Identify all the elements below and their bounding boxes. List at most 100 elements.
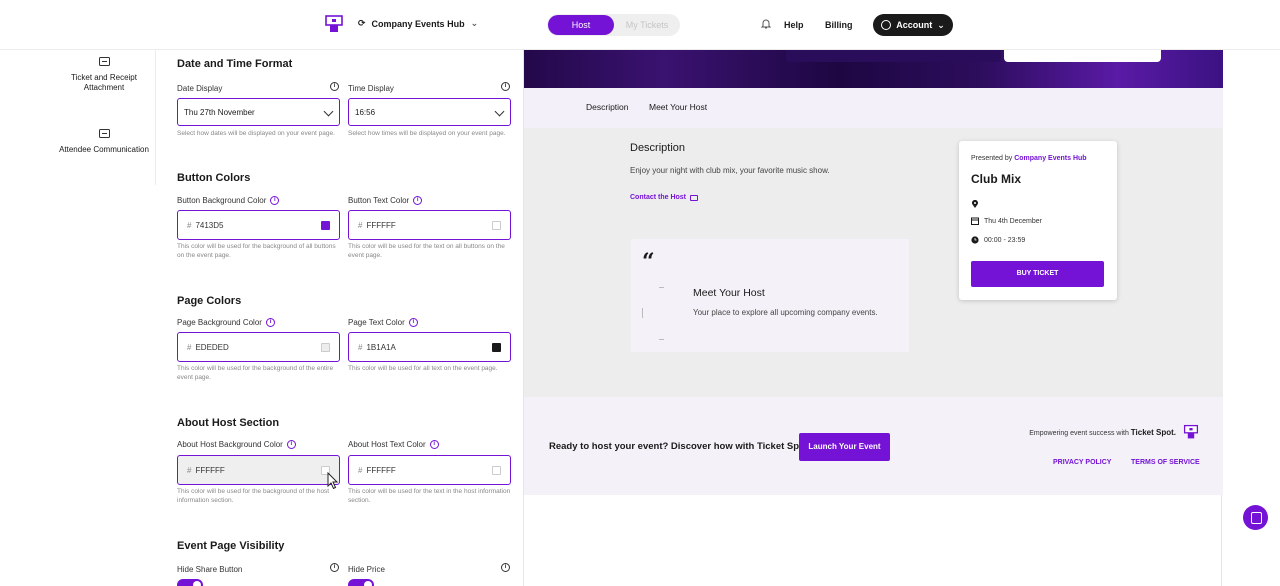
privacy-policy-link[interactable]: PRIVACY POLICY — [1053, 459, 1111, 466]
info-icon[interactable]: i — [270, 196, 280, 205]
info-icon[interactable]: i — [408, 318, 418, 327]
location-pin-icon — [972, 200, 978, 208]
hash-icon: # — [358, 220, 363, 230]
info-icon[interactable]: i — [265, 318, 275, 327]
color-value: EDEDED — [195, 342, 229, 352]
button-bg-color-input[interactable]: # 7413D5 — [177, 210, 340, 240]
info-icon[interactable]: i — [429, 440, 439, 449]
billing-link[interactable]: Billing — [825, 20, 853, 30]
chat-support-button[interactable] — [1243, 505, 1268, 530]
help-link[interactable]: Help — [784, 20, 804, 30]
hide-share-toggle[interactable] — [177, 579, 203, 586]
presented-by-org[interactable]: Company Events Hub — [1014, 155, 1086, 162]
time-row: 00:00 - 23:59 — [971, 236, 1025, 244]
my-tickets-mode-button[interactable]: My Tickets — [614, 15, 680, 35]
org-switcher[interactable]: ⟳ Company Events Hub ⌄ — [358, 18, 478, 29]
tab-meet-your-host[interactable]: Meet Your Host — [649, 102, 707, 112]
ticket-spot-logo-icon[interactable] — [324, 14, 344, 34]
mode-switch[interactable]: Host My Tickets — [547, 14, 680, 36]
label-text: Page Background Color — [177, 318, 262, 327]
host-bg-color-help: This color will be used for the backgrou… — [177, 488, 330, 504]
button-bg-color-help: This color will be used for the backgrou… — [177, 243, 336, 259]
hide-price-toggle[interactable] — [348, 579, 374, 586]
host-bg-color-label: About Host Background Color i — [177, 440, 296, 449]
preview-footer: Ready to host your event? Discover how w… — [524, 397, 1223, 495]
date-display-help: Select how dates will be displayed on yo… — [177, 130, 335, 137]
host-mode-button[interactable]: Host — [548, 15, 614, 35]
host-text: Your place to explore all upcoming compa… — [693, 308, 878, 317]
mouse-cursor-icon — [327, 472, 339, 490]
info-icon[interactable]: i — [286, 440, 296, 449]
button-text-color-label: Button Text Color i — [348, 196, 423, 205]
settings-panel: Date and Time Format Date Display i Thu … — [177, 50, 522, 586]
color-swatch[interactable] — [492, 466, 501, 475]
label-text: Page Text Color — [348, 318, 405, 327]
button-text-color-input[interactable]: # FFFFFF — [348, 210, 511, 240]
page-text-color-help: This color will be used for all text on … — [348, 365, 498, 372]
empower-text: Empowering event success with Ticket Spo… — [1029, 428, 1176, 437]
button-bg-color-label: Button Background Color i — [177, 196, 280, 205]
hash-icon: # — [187, 465, 192, 475]
label-text: Button Text Color — [348, 196, 410, 205]
chevron-down-icon: ⌄ — [470, 18, 479, 28]
avatar-icon — [881, 20, 892, 30]
hide-share-label: Hide Share Button — [177, 565, 243, 574]
location-row — [971, 200, 979, 208]
org-name: Company Events Hub — [371, 18, 465, 29]
date-row: Thu 4th December — [971, 217, 1042, 225]
host-text-color-input[interactable]: # FFFFFF — [348, 455, 511, 485]
color-swatch[interactable] — [492, 221, 501, 230]
button-text-color-help: This color will be used for the text on … — [348, 243, 505, 259]
buy-ticket-button[interactable]: BUY TICKET — [971, 261, 1104, 287]
info-icon[interactable]: i — [501, 82, 510, 91]
account-button[interactable]: Account ⌄ — [873, 14, 953, 36]
host-text-color-help: This color will be used for the text in … — [348, 488, 511, 504]
description-text: Enjoy your night with club mix, your fav… — [630, 166, 830, 175]
color-value: 7413D5 — [195, 220, 224, 230]
settings-nav: Ticket and Receipt Attachment Attendee C… — [52, 50, 156, 185]
preview-content: Description Enjoy your night with club m… — [524, 128, 1223, 397]
presented-by: Presented by Company Events Hub — [971, 155, 1087, 162]
page-text-color-label: Page Text Color i — [348, 318, 418, 327]
page-bg-color-input[interactable]: # EDEDED — [177, 332, 340, 362]
section-title-visibility: Event Page Visibility — [177, 540, 285, 552]
page-bg-color-help: This color will be used for the backgrou… — [177, 365, 334, 381]
terms-of-service-link[interactable]: TERMS OF SERVICE — [1131, 459, 1200, 466]
tab-description[interactable]: Description — [586, 102, 629, 112]
color-swatch[interactable] — [492, 343, 501, 352]
contact-label: Contact the Host — [630, 194, 686, 201]
section-title-button-colors: Button Colors — [177, 172, 251, 184]
info-icon[interactable]: i — [501, 563, 510, 572]
color-swatch[interactable] — [321, 343, 330, 352]
divider — [642, 308, 643, 318]
section-title-datetime: Date and Time Format — [177, 58, 293, 70]
nav-item-attendee-communication[interactable]: Attendee Communication — [52, 129, 156, 155]
time-display-select[interactable]: 16:56 — [348, 98, 511, 126]
hash-icon: # — [358, 342, 363, 352]
launch-event-button[interactable]: Launch Your Event — [799, 433, 890, 461]
page-bg-color-label: Page Background Color i — [177, 318, 275, 327]
color-swatch[interactable] — [321, 221, 330, 230]
host-bg-color-input[interactable]: # FFFFFF — [177, 455, 340, 485]
brand-name: Ticket Spot. — [1130, 428, 1176, 437]
mail-icon — [690, 194, 698, 201]
label-text: About Host Background Color — [177, 440, 283, 449]
banner-panel — [1004, 50, 1161, 62]
color-value: FFFFFF — [195, 465, 225, 475]
bell-icon[interactable] — [760, 18, 772, 30]
chevron-down-icon — [323, 106, 334, 117]
contact-host-link[interactable]: Contact the Host — [630, 194, 698, 201]
color-value: FFFFFF — [366, 220, 396, 230]
nav-item-ticket-receipt[interactable]: Ticket and Receipt Attachment — [52, 57, 156, 93]
info-icon[interactable]: i — [330, 82, 339, 91]
time-display-label: Time Display — [348, 84, 394, 93]
description-title: Description — [630, 142, 686, 154]
label-text: Button Background Color — [177, 196, 267, 205]
host-title: Meet Your Host — [693, 287, 765, 299]
section-title-page-colors: Page Colors — [177, 295, 242, 307]
info-icon[interactable]: i — [413, 196, 423, 205]
info-icon[interactable]: i — [330, 563, 339, 572]
page-text-color-input[interactable]: # 1B1A1A — [348, 332, 511, 362]
preview-tabs: Description Meet Your Host — [524, 88, 1223, 128]
date-display-select[interactable]: Thu 27th November — [177, 98, 340, 126]
